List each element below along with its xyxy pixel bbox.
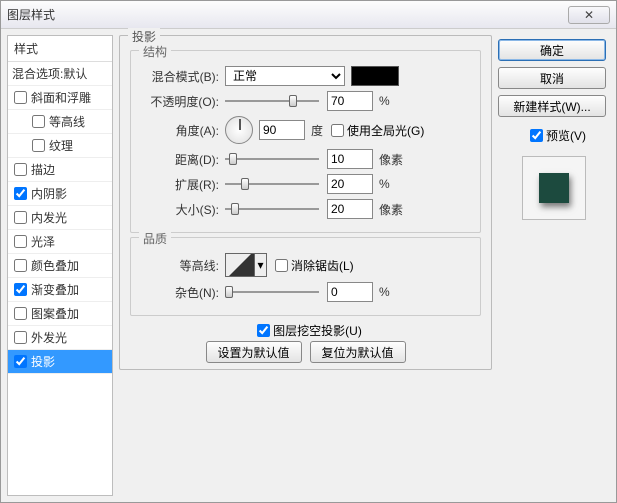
spread-label: 扩展(R): — [141, 176, 219, 193]
sidebar-item-3[interactable]: 描边 — [8, 158, 112, 182]
knockout-checkbox[interactable]: 图层挖空投影(U) — [257, 322, 362, 339]
sidebar-item-check-0[interactable] — [14, 91, 27, 104]
size-slider[interactable] — [225, 200, 319, 218]
blend-mode-select[interactable]: 正常 — [225, 66, 345, 86]
sidebar-item-check-1[interactable] — [32, 115, 45, 128]
spread-unit: % — [379, 177, 390, 191]
sidebar-item-11[interactable]: 投影 — [8, 350, 112, 374]
size-label: 大小(S): — [141, 201, 219, 218]
noise-label: 杂色(N): — [141, 284, 219, 301]
preview-thumbnail — [522, 156, 586, 220]
style-sidebar: 样式 混合选项:默认 斜面和浮雕等高线纹理描边内阴影内发光光泽颜色叠加渐变叠加图… — [7, 35, 113, 496]
sidebar-item-check-4[interactable] — [14, 187, 27, 200]
close-icon: ✕ — [584, 8, 594, 22]
shadow-color-swatch[interactable] — [351, 66, 399, 86]
quality-group: 品质 等高线: ▾ 消除锯齿(L) 杂色(N): % — [130, 237, 481, 316]
sidebar-item-check-8[interactable] — [14, 283, 27, 296]
distance-label: 距离(D): — [141, 151, 219, 168]
sidebar-item-6[interactable]: 光泽 — [8, 230, 112, 254]
angle-label: 角度(A): — [141, 122, 219, 139]
opacity-unit: % — [379, 94, 390, 108]
sidebar-item-4[interactable]: 内阴影 — [8, 182, 112, 206]
sidebar-item-label: 渐变叠加 — [31, 281, 79, 298]
contour-picker[interactable] — [225, 253, 255, 277]
sidebar-item-label: 内阴影 — [31, 185, 67, 202]
noise-input[interactable] — [327, 282, 373, 302]
angle-dial[interactable] — [225, 116, 253, 144]
sidebar-header: 样式 — [8, 36, 112, 62]
sidebar-item-check-10[interactable] — [14, 331, 27, 344]
sidebar-item-10[interactable]: 外发光 — [8, 326, 112, 350]
sidebar-item-label: 图案叠加 — [31, 305, 79, 322]
sidebar-item-label: 投影 — [31, 353, 55, 370]
sidebar-item-check-9[interactable] — [14, 307, 27, 320]
sidebar-item-0[interactable]: 斜面和浮雕 — [8, 86, 112, 110]
global-light-checkbox[interactable]: 使用全局光(G) — [331, 122, 424, 139]
distance-slider[interactable] — [225, 150, 319, 168]
antialias-checkbox[interactable]: 消除锯齿(L) — [275, 257, 354, 274]
sidebar-item-check-6[interactable] — [14, 235, 27, 248]
size-unit: 像素 — [379, 201, 403, 218]
sidebar-item-8[interactable]: 渐变叠加 — [8, 278, 112, 302]
dialog-actions: 确定 取消 新建样式(W)... 预览(V) — [498, 35, 610, 496]
angle-unit: 度 — [311, 122, 323, 139]
cancel-button[interactable]: 取消 — [498, 67, 606, 89]
layer-style-dialog: 图层样式 ✕ 样式 混合选项:默认 斜面和浮雕等高线纹理描边内阴影内发光光泽颜色… — [0, 0, 617, 503]
ok-button[interactable]: 确定 — [498, 39, 606, 61]
sidebar-item-2[interactable]: 纹理 — [8, 134, 112, 158]
effect-panel: 投影 结构 混合模式(B): 正常 不透明度(O): % — [119, 35, 498, 496]
close-button[interactable]: ✕ — [568, 6, 610, 24]
sidebar-item-label: 描边 — [31, 161, 55, 178]
structure-group: 结构 混合模式(B): 正常 不透明度(O): % 角度(A): — [130, 50, 481, 233]
blend-mode-label: 混合模式(B): — [141, 68, 219, 85]
sidebar-item-label: 光泽 — [31, 233, 55, 250]
preview-checkbox[interactable]: 预览(V) — [530, 127, 586, 144]
sidebar-item-label: 外发光 — [31, 329, 67, 346]
sidebar-item-label: 纹理 — [49, 137, 73, 154]
opacity-input[interactable] — [327, 91, 373, 111]
sidebar-item-1[interactable]: 等高线 — [8, 110, 112, 134]
contour-dropdown[interactable]: ▾ — [255, 253, 267, 277]
reset-default-button[interactable]: 复位为默认值 — [310, 341, 406, 363]
spread-slider[interactable] — [225, 175, 319, 193]
titlebar: 图层样式 ✕ — [1, 1, 616, 29]
sidebar-item-9[interactable]: 图案叠加 — [8, 302, 112, 326]
sidebar-item-check-3[interactable] — [14, 163, 27, 176]
contour-label: 等高线: — [141, 257, 219, 274]
new-style-button[interactable]: 新建样式(W)... — [498, 95, 606, 117]
sidebar-item-check-7[interactable] — [14, 259, 27, 272]
opacity-slider[interactable] — [225, 92, 319, 110]
noise-slider[interactable] — [225, 283, 319, 301]
drop-shadow-group: 投影 结构 混合模式(B): 正常 不透明度(O): % — [119, 35, 492, 370]
sidebar-item-label: 颜色叠加 — [31, 257, 79, 274]
sidebar-item-label: 内发光 — [31, 209, 67, 226]
opacity-label: 不透明度(O): — [141, 93, 219, 110]
structure-title: 结构 — [139, 43, 171, 60]
preview-swatch — [539, 173, 569, 203]
sidebar-item-7[interactable]: 颜色叠加 — [8, 254, 112, 278]
spread-input[interactable] — [327, 174, 373, 194]
quality-title: 品质 — [139, 230, 171, 247]
angle-input[interactable] — [259, 120, 305, 140]
sidebar-item-label: 等高线 — [49, 113, 85, 130]
window-title: 图层样式 — [7, 6, 568, 23]
size-input[interactable] — [327, 199, 373, 219]
sidebar-item-label: 斜面和浮雕 — [31, 89, 91, 106]
noise-unit: % — [379, 285, 390, 299]
set-default-button[interactable]: 设置为默认值 — [206, 341, 302, 363]
distance-input[interactable] — [327, 149, 373, 169]
sidebar-item-5[interactable]: 内发光 — [8, 206, 112, 230]
sidebar-item-check-5[interactable] — [14, 211, 27, 224]
sidebar-item-check-11[interactable] — [14, 355, 27, 368]
distance-unit: 像素 — [379, 151, 403, 168]
sidebar-blend-default[interactable]: 混合选项:默认 — [8, 62, 112, 86]
sidebar-item-check-2[interactable] — [32, 139, 45, 152]
